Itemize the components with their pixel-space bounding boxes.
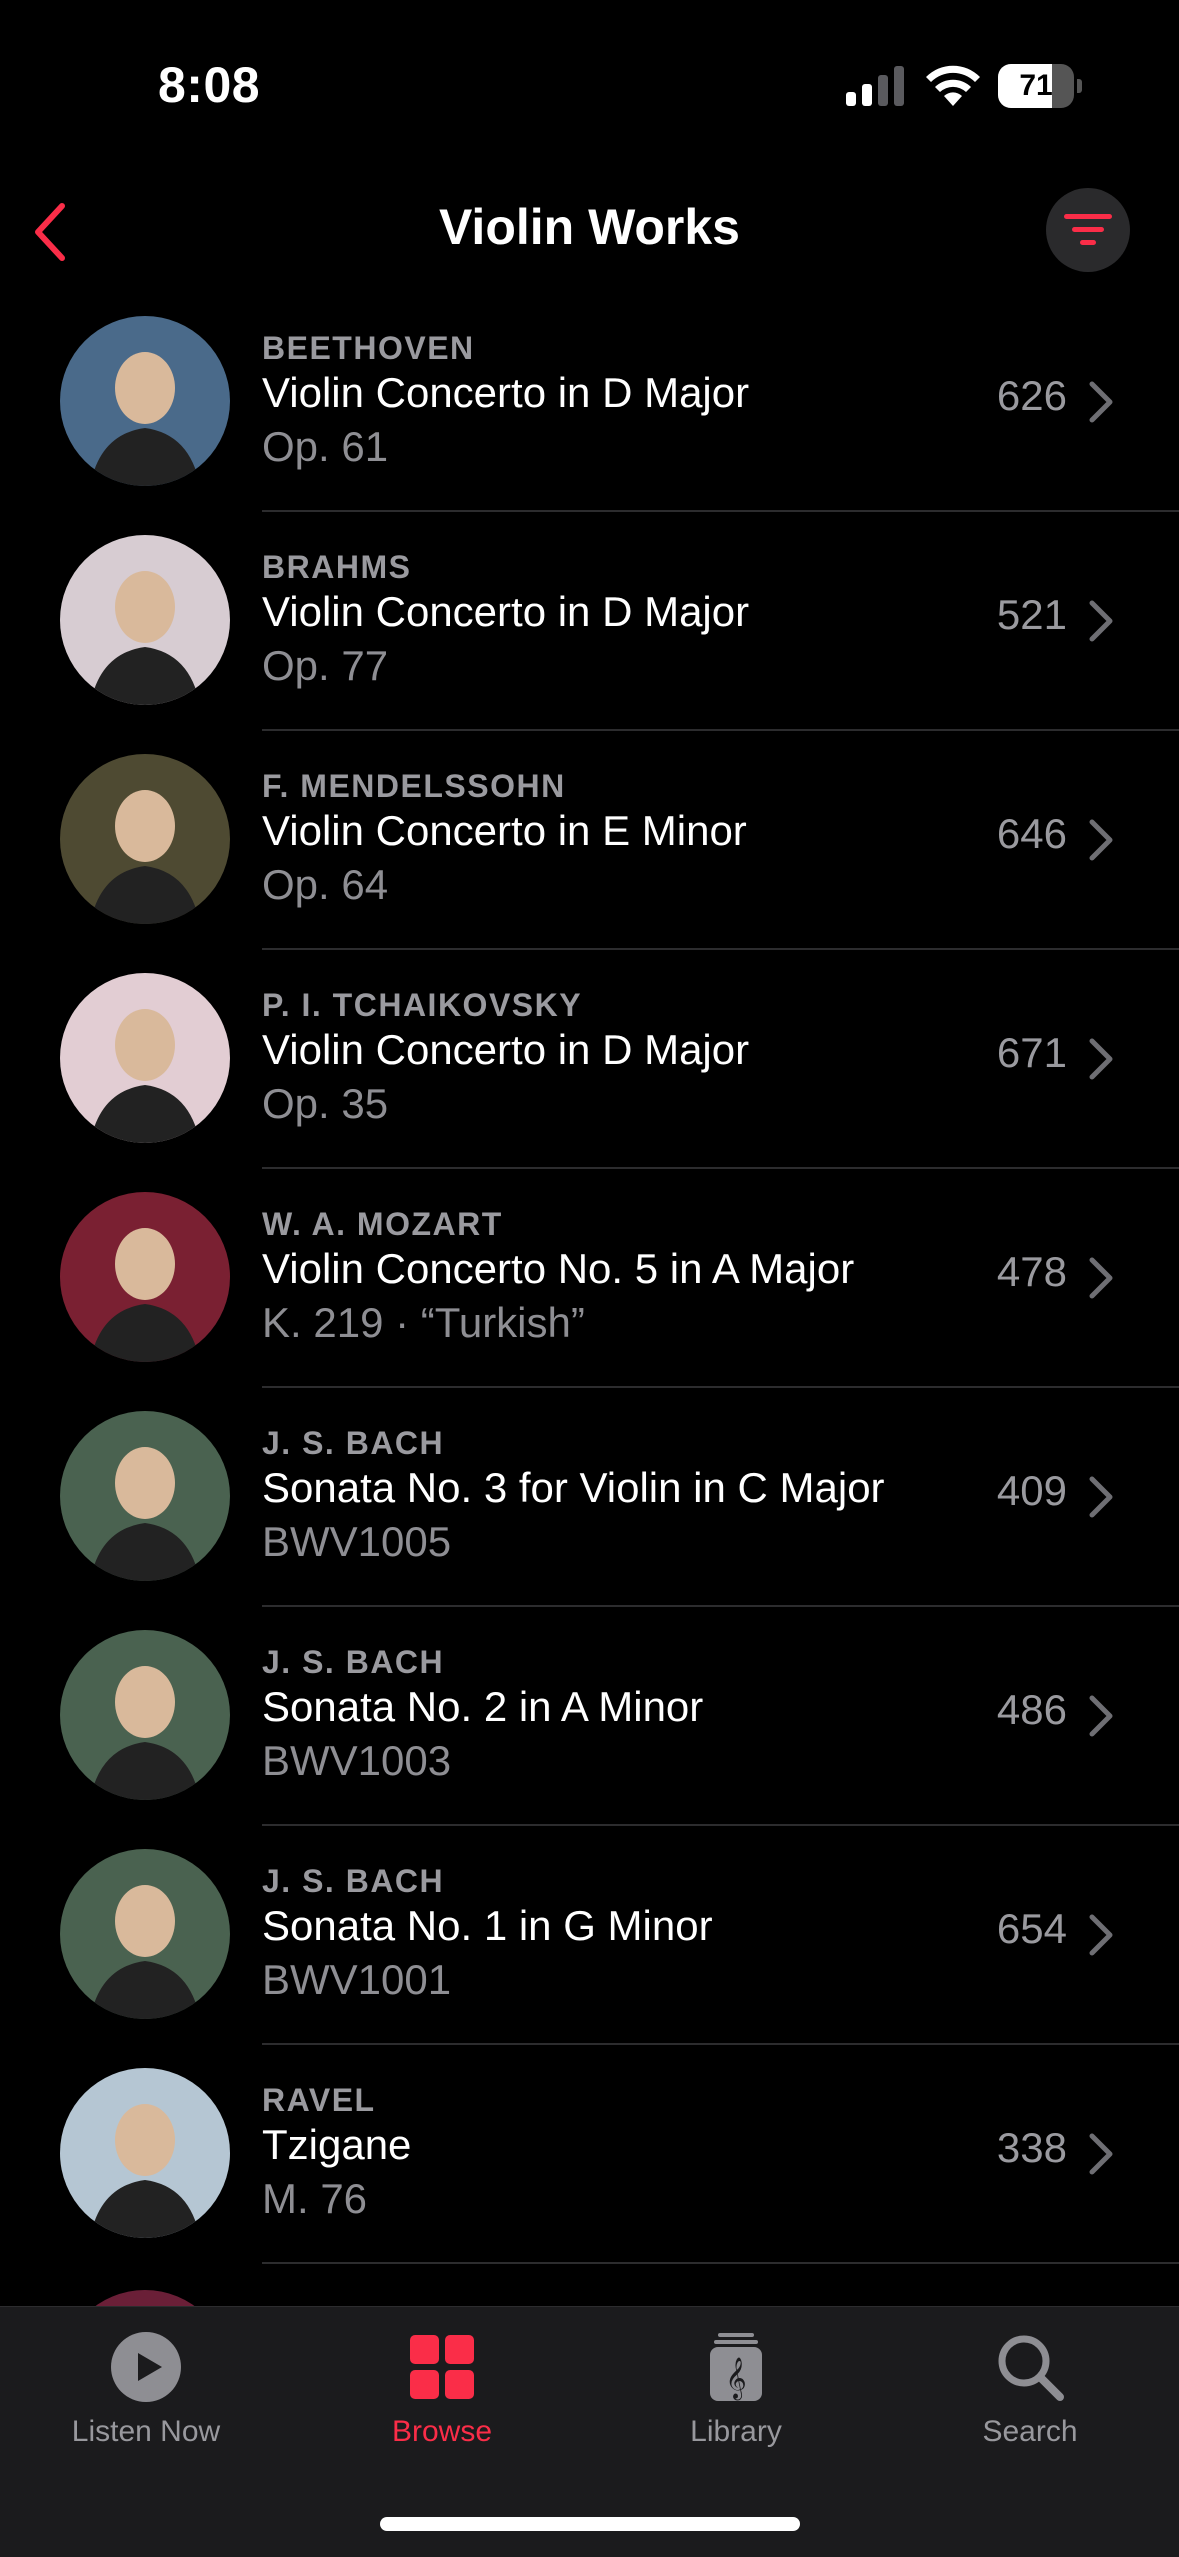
row-divider (262, 2043, 1179, 2045)
battery-icon: 71 (998, 64, 1082, 108)
works-list: BEETHOVEN Violin Concerto in D Major Op.… (0, 310, 1179, 2281)
work-title: Sonata No. 2 in A Minor (262, 1683, 704, 1730)
catalog-number: BWV1003 (262, 1737, 452, 1784)
chevron-right-icon (1089, 2133, 1113, 2175)
composer-portrait (60, 973, 230, 1143)
status-bar: 8:08 71 (0, 0, 1179, 170)
work-title: Violin Concerto No. 5 in A Major (262, 1245, 855, 1292)
chevron-right-icon (1089, 381, 1113, 423)
catalog-number: BWV1001 (262, 1956, 452, 2003)
tab-label: Listen Now (71, 2415, 221, 2448)
composer-name: F. MENDELSSOHN (262, 768, 566, 804)
tab-label: Search (982, 2415, 1078, 2448)
grid-icon (410, 2335, 474, 2399)
work-row[interactable]: J. S. BACH Sonata No. 2 in A Minor BWV10… (0, 1624, 1179, 1843)
recording-count: 409 (996, 1467, 1067, 1514)
composer-portrait (60, 754, 230, 924)
row-divider (262, 1824, 1179, 1826)
composer-portrait (60, 1849, 230, 2019)
row-divider (262, 729, 1179, 731)
work-title: Violin Concerto in D Major (262, 369, 750, 416)
catalog-number: Op. 35 (262, 1080, 389, 1127)
svg-text:𝄞: 𝄞 (725, 2357, 746, 2400)
recording-count: 646 (996, 810, 1067, 857)
work-row[interactable]: BEETHOVEN Violin Concerto in D Major Op.… (0, 310, 1179, 529)
composer-portrait (60, 1411, 230, 1581)
work-row[interactable]: J. S. BACH Sonata No. 1 in G Minor BWV10… (0, 1843, 1179, 2062)
chevron-right-icon (1089, 1476, 1113, 1518)
battery-level: 71 (1019, 69, 1053, 102)
work-title: Sonata No. 3 for Violin in C Major (262, 1464, 885, 1511)
filter-lines-icon (1064, 214, 1112, 245)
row-divider (262, 2262, 1179, 2264)
composer-name: BEETHOVEN (262, 330, 475, 366)
recording-count: 671 (996, 1029, 1067, 1076)
composer-name: RAVEL (262, 2082, 376, 2118)
catalog-number: BWV1005 (262, 1518, 452, 1565)
filter-button[interactable] (1046, 188, 1130, 272)
work-title: Tzigane (262, 2121, 412, 2168)
wifi-icon (926, 65, 980, 106)
tab-search[interactable]: Search (890, 2307, 1170, 2487)
status-time: 8:08 (158, 57, 261, 113)
row-divider (262, 948, 1179, 950)
chevron-right-icon (1089, 819, 1113, 861)
recording-count: 521 (996, 591, 1067, 638)
work-row[interactable]: RAVEL Tzigane M. 76 338 (0, 2062, 1179, 2281)
chevron-right-icon (1089, 1914, 1113, 1956)
tab-library[interactable]: 𝄞 Library (596, 2307, 876, 2487)
work-title: Sonata No. 1 in G Minor (262, 1902, 713, 1949)
chevron-right-icon (1089, 1695, 1113, 1737)
composer-portrait (60, 535, 230, 705)
work-row[interactable]: F. MENDELSSOHN Violin Concerto in E Mino… (0, 748, 1179, 967)
recording-count: 626 (996, 372, 1067, 419)
search-icon (998, 2335, 1064, 2401)
tab-listen-now[interactable]: Listen Now (6, 2307, 286, 2487)
music-library-icon: 𝄞 (710, 2333, 762, 2401)
catalog-number: Op. 77 (262, 642, 389, 689)
work-row[interactable]: W. A. MOZART Violin Concerto No. 5 in A … (0, 1186, 1179, 1405)
row-divider (262, 1386, 1179, 1388)
catalog-number: Op. 64 (262, 861, 389, 908)
work-title: Violin Concerto in E Minor (262, 807, 747, 854)
home-indicator (380, 2517, 800, 2531)
composer-name: P. I. TCHAIKOVSKY (262, 987, 583, 1023)
chevron-right-icon (1089, 1038, 1113, 1080)
work-row[interactable]: P. I. TCHAIKOVSKY Violin Concerto in D M… (0, 967, 1179, 1186)
composer-portrait (60, 316, 230, 486)
composer-name: J. S. BACH (262, 1425, 445, 1461)
cellular-signal-icon (846, 66, 904, 106)
recording-count: 338 (996, 2124, 1067, 2171)
work-row[interactable]: J. S. BACH Sonata No. 3 for Violin in C … (0, 1405, 1179, 1624)
tab-bar: Listen Now Browse 𝄞 Library Search (0, 2306, 1179, 2557)
tab-label: Library (690, 2415, 782, 2448)
recording-count: 654 (996, 1905, 1067, 1952)
composer-name: W. A. MOZART (262, 1206, 503, 1242)
row-divider (262, 510, 1179, 512)
tab-label: Browse (391, 2415, 493, 2448)
catalog-number: K. 219 · “Turkish” (262, 1299, 585, 1346)
composer-portrait (60, 1630, 230, 1800)
composer-portrait (60, 1192, 230, 1362)
work-title: Violin Concerto in D Major (262, 588, 750, 635)
play-circle-icon (111, 2332, 181, 2402)
page-title: Violin Works (438, 199, 740, 255)
work-row[interactable]: BRAHMS Violin Concerto in D Major Op. 77… (0, 529, 1179, 748)
composer-name: BRAHMS (262, 549, 412, 585)
composer-portrait (60, 2068, 230, 2238)
catalog-number: Op. 61 (262, 423, 389, 470)
recording-count: 486 (996, 1686, 1067, 1733)
chevron-right-icon (1089, 600, 1113, 642)
recording-count: 478 (996, 1248, 1067, 1295)
tab-browse[interactable]: Browse (302, 2307, 582, 2487)
composer-name: J. S. BACH (262, 1863, 445, 1899)
composer-name: J. S. BACH (262, 1644, 445, 1680)
chevron-right-icon (1089, 1257, 1113, 1299)
navigation-bar: Violin Works (0, 170, 1179, 310)
row-divider (262, 1605, 1179, 1607)
work-title: Violin Concerto in D Major (262, 1026, 750, 1073)
catalog-number: M. 76 (262, 2175, 368, 2222)
row-divider (262, 1167, 1179, 1169)
